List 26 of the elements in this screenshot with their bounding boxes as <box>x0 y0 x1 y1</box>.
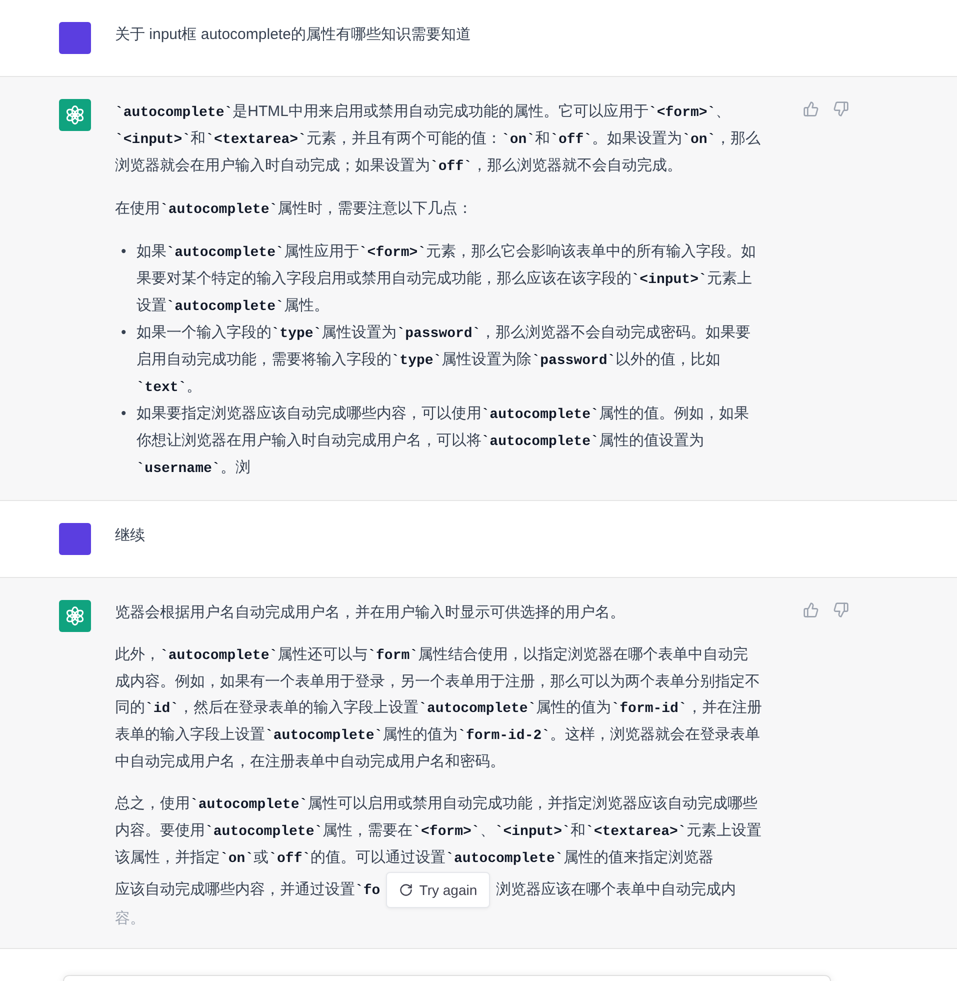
thumbs-down-icon[interactable] <box>833 602 849 618</box>
thumbs-up-icon[interactable] <box>803 101 819 117</box>
bullet: • <box>121 404 126 424</box>
message-paragraph: 继续 <box>115 527 145 544</box>
thumbs-down-icon[interactable] <box>833 101 849 117</box>
message-paragraph: `autocomplete`是HTML中用来启用或禁用自动完成功能的属性。它可以应用于`<form>`、`<input>`和`<textarea>`元素，并且有两个可能的值：`on`和`off`。如果设置为`on`，那么浏览器就会在用户输入时自动完成；如果设置为`off`，那么浏览器就不会自动完成。 <box>115 103 761 174</box>
message-text: 浏览器应该在哪个表单中自动完成内 <box>496 880 736 900</box>
user-avatar <box>59 22 91 54</box>
list-item-text: 如果一个输入字段的`type`属性设置为`password`，那么浏览器不会自动完成密码。如果要启用自动完成功能，需要将输入字段的`type`属性设置为除`password`以外的值，比如`text`。 <box>136 323 752 398</box>
message-text: 容。 <box>115 910 145 927</box>
user-avatar <box>59 523 91 555</box>
try-again-button[interactable]: Try again <box>386 872 490 908</box>
message-paragraph: 此外，`autocomplete`属性还可以与`form`属性结合使用，以指定浏览器在哪个表单中自动完成内容。例如，如果有一个表单用于登录，另一个表单用于注册，那么可以为两个表单分别指定不同的`id`，然后在登录表单的输入字段上设置`autocomplete`属性的值为`form-id`，并在注册表单的输入字段上设置`autocomplete`属性的值为`form-id-2`。这样，浏览器就会在登录表单中自动完成用户名，在注册表单中自动完成用户名和密码。 <box>115 646 762 770</box>
assistant-logo-icon <box>64 104 86 126</box>
message-paragraph: 览器会根据用户名自动完成用户名，并在用户输入时显示可供选择的用户名。 <box>115 604 625 621</box>
assistant-logo-icon <box>64 605 86 627</box>
bullet: • <box>121 242 126 262</box>
list-item-text: 如果`autocomplete`属性应用于`<form>`元素，那么它会影响该表单中的所有输入字段。如果要对某个特定的输入字段启用或禁用自动完成功能，那么应该在该字段的`<input>`元素上设置`autocomplete`属性。 <box>136 242 758 317</box>
message-text: 应该自动完成哪些内容，并通过设置`fo <box>115 880 380 900</box>
list-item-text: 如果要指定浏览器应该自动完成哪些内容，可以使用`autocomplete`属性的值。例如，如果你想让浏览器在用户输入时自动完成用户名，可以将`autocomplete`属性的值设置为`username`。浏 <box>136 404 750 479</box>
bullet: • <box>121 323 126 343</box>
message-paragraph: 在使用`autocomplete`属性时，需要注意以下几点： <box>115 200 473 217</box>
retry-icon <box>399 883 414 897</box>
message-paragraph: 关于 input框 autocomplete的属性有哪些知识需要知道 <box>115 26 471 43</box>
thumbs-up-icon[interactable] <box>803 602 819 618</box>
message-paragraph: 总之，使用`autocomplete`属性可以启用或禁用自动完成功能，并指定浏览器应该自动完成哪些内容。要使用`autocomplete`属性，需要在`<form>`、`<input>`和`<textarea>`元素上设置该属性，并指定`on`或`off`的值。可以通过设置`autocomplete`属性的值来指定浏览器 <box>115 795 762 866</box>
